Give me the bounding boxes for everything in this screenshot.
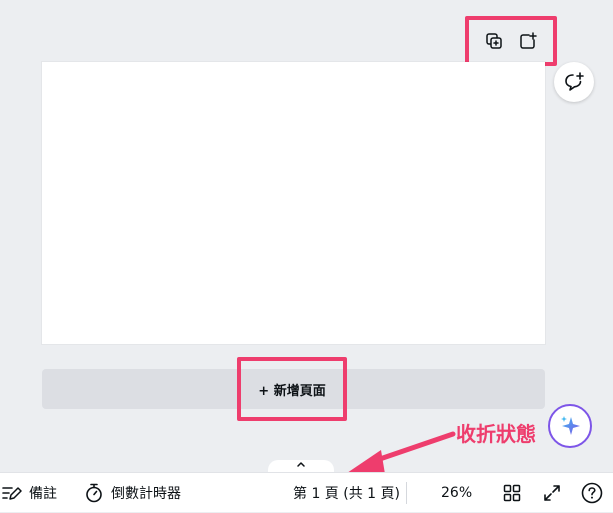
zoom-level[interactable]: 26% [441, 473, 472, 513]
design-page[interactable] [42, 62, 545, 344]
notes-label: 備註 [29, 486, 57, 502]
add-comment-icon [565, 72, 584, 91]
help-icon [581, 482, 603, 504]
magic-assistant-button[interactable] [548, 404, 592, 448]
duplicate-page-icon [486, 33, 502, 49]
page-indicator[interactable]: 第 1 頁 (共 1 頁) [293, 473, 400, 513]
sparkle-icon [561, 416, 580, 435]
footer-bar: 備註 倒數計時器 第 1 頁 (共 1 頁) 26% [0, 472, 613, 512]
duplicate-page-button[interactable] [481, 28, 507, 54]
grid-view-button[interactable] [503, 473, 521, 513]
timer-icon [86, 483, 102, 503]
add-page-icon-button[interactable] [515, 28, 541, 54]
fullscreen-button[interactable] [543, 473, 561, 513]
add-comment-button[interactable] [554, 62, 594, 102]
page-toolbar [465, 16, 557, 66]
add-page-label: + 新增頁面 [258, 383, 326, 399]
footer-divider [406, 482, 407, 504]
collapse-chevron-icon [297, 462, 305, 467]
fullscreen-icon [544, 485, 560, 501]
timer-label: 倒數計時器 [111, 486, 181, 502]
annotation-label: 收折狀態 [456, 422, 536, 446]
add-page-icon [520, 32, 537, 49]
add-page-button[interactable]: + 新增頁面 [237, 357, 347, 421]
grid-view-icon [503, 484, 521, 502]
help-button[interactable] [581, 473, 603, 513]
timer-button[interactable]: 倒數計時器 [85, 473, 181, 513]
notes-icon [2, 487, 22, 500]
page-indicator-text: 第 1 頁 (共 1 頁) [293, 486, 400, 502]
zoom-level-text: 26% [441, 485, 473, 501]
notes-button[interactable]: 備註 [2, 473, 57, 513]
